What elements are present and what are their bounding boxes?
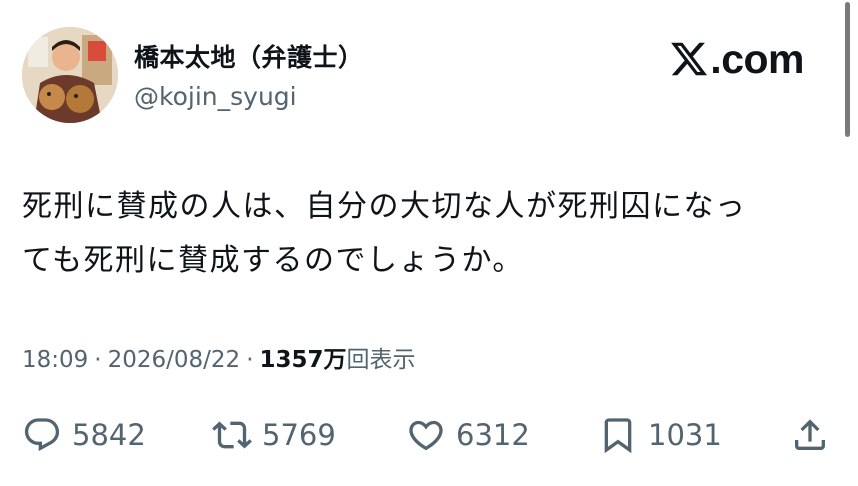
reply-icon (24, 418, 60, 452)
tweet-text-line: 死刑に賛成の人は、自分の大切な人が死刑囚になっ (22, 189, 747, 224)
x-brand: .com (669, 35, 804, 82)
repost-button[interactable]: 5769 (212, 405, 336, 465)
like-button[interactable]: 6312 (406, 405, 530, 465)
meta-separator: · (94, 347, 102, 373)
share-icon (795, 419, 825, 450)
brand-label: .com (710, 35, 804, 82)
scrollbar[interactable] (845, 2, 850, 137)
bookmark-icon (604, 418, 632, 454)
tweet-date[interactable]: 2026/08/22 (108, 347, 241, 373)
tweet-time[interactable]: 18:09 (22, 347, 88, 373)
heart-icon (409, 420, 443, 451)
bookmark-count: 1031 (648, 418, 722, 452)
share-button[interactable] (790, 405, 840, 465)
reply-count: 5842 (72, 418, 146, 452)
tweet-text-line: ても死刑に賛成するのでしょうか。 (22, 243, 524, 278)
views-label: 回表示 (346, 347, 416, 373)
reply-button[interactable]: 5842 (22, 405, 146, 465)
views-count: 1357万 (259, 347, 347, 373)
tweet-meta: 18:09 · 2026/08/22 · 1357万 回表示 (22, 340, 416, 374)
avatar-photo (22, 27, 118, 123)
tweet-text: 死刑に賛成の人は、自分の大切な人が死刑囚になっ ても死刑に賛成するのでしょうか。 (22, 180, 822, 288)
x-logo-icon (671, 42, 708, 76)
bookmark-button[interactable]: 1031 (598, 405, 722, 465)
action-bar: 5842 5769 6312 1031 (0, 405, 858, 465)
avatar[interactable] (22, 27, 118, 123)
author-handle[interactable]: @kojin_syugi (134, 82, 297, 111)
like-count: 6312 (456, 418, 530, 452)
author-name[interactable]: 橋本太地（弁護士） (134, 38, 364, 74)
repost-count: 5769 (262, 418, 336, 452)
repost-icon (212, 421, 252, 449)
meta-separator: · (246, 347, 254, 373)
